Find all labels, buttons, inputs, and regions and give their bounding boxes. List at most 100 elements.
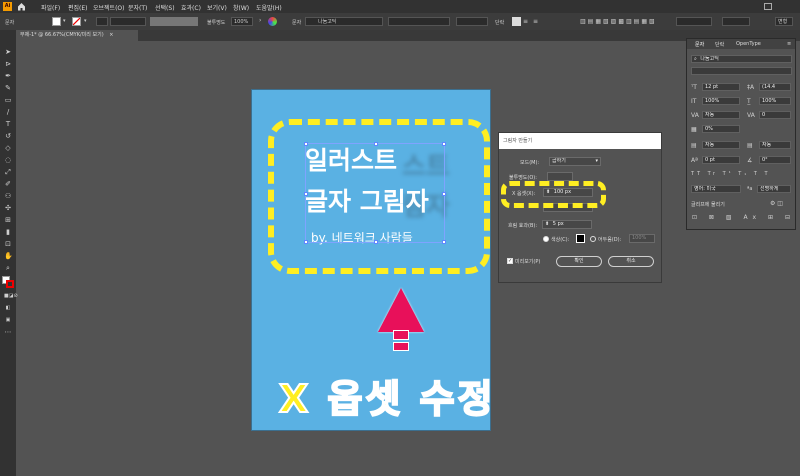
align-center-icon[interactable]: ≡ xyxy=(523,18,528,25)
chevron-down-icon[interactable]: ▾ xyxy=(63,18,66,24)
stroke-swatch[interactable] xyxy=(72,17,81,26)
scale-tool-icon[interactable]: ⤢ xyxy=(4,168,12,176)
symbol-sprayer-tool-icon[interactable]: ✣ xyxy=(4,204,12,212)
menu-type[interactable]: 문자(T) xyxy=(128,3,147,12)
blur-field[interactable]: ⬍ 5 px xyxy=(542,220,592,229)
perspective-grid-tool-icon[interactable]: ⊞ xyxy=(4,216,12,224)
stroke-color-swatch[interactable] xyxy=(6,280,14,288)
tab-character[interactable]: 문자 xyxy=(695,41,704,48)
aki-right-field[interactable]: 자동 xyxy=(759,141,791,149)
kerning-field[interactable]: 자동 xyxy=(702,111,740,119)
horizontal-scale-field[interactable]: 100% xyxy=(759,97,791,105)
color-radio[interactable] xyxy=(543,236,549,242)
tsume-field[interactable]: 0% xyxy=(702,125,740,133)
menu-file[interactable]: 파일(F) xyxy=(41,3,60,12)
ok-button[interactable]: 확인 xyxy=(556,256,602,267)
curvature-tool-icon[interactable]: ✎ xyxy=(4,84,12,92)
paragraph-label[interactable]: 단락 xyxy=(495,19,504,26)
transform-button[interactable]: 변형 xyxy=(775,17,793,26)
font-size-field[interactable] xyxy=(456,17,488,26)
align-right-icon[interactable]: ≡ xyxy=(533,18,538,25)
artboard-tool-icon[interactable]: ⊡ xyxy=(4,240,12,248)
font-family-value: 나눔고딕 xyxy=(700,56,719,62)
app-logo: Ai xyxy=(3,2,12,11)
draw-mode-icon[interactable]: ◧ xyxy=(4,304,12,312)
fill-swatch[interactable] xyxy=(52,17,61,26)
tracking-field[interactable]: 0 xyxy=(759,111,791,119)
stroke-weight-field[interactable] xyxy=(96,17,108,26)
direct-selection-tool-icon[interactable]: ⊳ xyxy=(4,60,12,68)
search-icon: ⌕ xyxy=(694,56,697,62)
document-tab[interactable]: 무제-1* @ 66.67%(CMYK/미리 보기) × xyxy=(16,30,138,41)
distribute-icons[interactable]: ▥▤▦▧▨▩▥▤▦▧ xyxy=(580,18,657,25)
mode-select[interactable]: 곱하기 ▾ xyxy=(549,157,601,166)
snap-glyph-buttons-icon[interactable]: ⊡ ⊠ ▧ Ax ⊞ ⊟ xyxy=(692,214,795,221)
tab-paragraph[interactable]: 단락 xyxy=(715,41,724,48)
font-family-field[interactable]: 나눔고딕 xyxy=(305,17,383,26)
variable-width-select[interactable] xyxy=(150,17,198,26)
chevron-down-icon: ▾ xyxy=(595,158,598,164)
darkness-field[interactable]: 100% xyxy=(629,234,655,243)
rectangle-tool-icon[interactable]: ▭ xyxy=(4,96,12,104)
vertical-scale-field[interactable]: 100% xyxy=(702,97,740,105)
panel-menu-icon[interactable]: ≡ xyxy=(787,41,791,47)
text-style-buttons-icon[interactable]: TT Tr T¹ T₁ T T xyxy=(691,171,771,177)
chevron-right-icon[interactable]: › xyxy=(259,17,261,24)
screen-mode-icon[interactable]: ▣ xyxy=(4,316,12,324)
menu-select[interactable]: 선택(S) xyxy=(155,3,175,12)
recolor-icon[interactable] xyxy=(268,17,277,26)
preview-checkbox[interactable]: ✓ xyxy=(507,258,513,264)
home-icon[interactable] xyxy=(17,2,26,11)
pen-tool-icon[interactable]: ✒ xyxy=(4,72,12,80)
menu-object[interactable]: 오브젝트(O) xyxy=(93,3,125,12)
paintbrush-tool-icon[interactable]: / xyxy=(4,108,12,116)
snap-to-glyph-label: 글리프에 물리기 xyxy=(691,202,725,208)
menu-bar: Ai 파일(F) 편집(E) 오브젝트(O) 문자(T) 선택(S) 효과(C)… xyxy=(0,0,800,13)
tab-opentype[interactable]: OpenType xyxy=(736,41,761,47)
more-tools-icon[interactable]: ⋯ xyxy=(4,328,12,336)
stepper-icon[interactable]: ⬍ xyxy=(545,221,549,227)
font-family-field[interactable]: ⌕ 나눔고딕 xyxy=(691,55,792,63)
leading-field[interactable]: (14.4 xyxy=(759,83,791,91)
chevron-down-icon[interactable]: ▾ xyxy=(84,18,87,24)
workspace-switcher-icon[interactable] xyxy=(764,3,772,10)
hand-tool-icon[interactable]: ✋ xyxy=(4,252,13,260)
menu-edit[interactable]: 편집(E) xyxy=(68,3,88,12)
language-select[interactable]: 영어: 미국 xyxy=(691,185,741,193)
warp-tool-icon[interactable]: ◌ xyxy=(4,156,12,164)
zoom-tool-icon[interactable]: ⌕ xyxy=(4,264,12,272)
snap-options-icon[interactable]: ⚙ ◫ xyxy=(770,200,783,207)
close-icon[interactable]: × xyxy=(109,32,113,38)
eraser-tool-icon[interactable]: ◇ xyxy=(4,144,12,152)
menu-window[interactable]: 창(W) xyxy=(233,3,249,12)
selection-tool-icon[interactable]: ➤ xyxy=(4,48,12,56)
graph-tool-icon[interactable]: ▮ xyxy=(4,228,12,236)
menu-view[interactable]: 보기(V) xyxy=(207,3,227,12)
blur-label: 흐림 효과(B): xyxy=(508,223,538,229)
align-left-icon[interactable] xyxy=(512,17,521,26)
font-size-field[interactable]: 12 pt xyxy=(702,83,740,91)
transform-field[interactable] xyxy=(676,17,712,26)
font-style-field[interactable] xyxy=(691,67,792,75)
stroke-weight-select[interactable] xyxy=(110,17,146,26)
rotate-tool-icon[interactable]: ↺ xyxy=(4,132,12,140)
type-tool-icon[interactable]: T xyxy=(4,120,12,128)
antialias-select[interactable]: 선명하게 xyxy=(757,185,791,193)
blend-tool-icon[interactable]: ⚇ xyxy=(4,192,12,200)
baseline-shift-field[interactable]: 0 pt xyxy=(702,156,740,164)
color-mode-icon[interactable]: ■◪⊘ xyxy=(4,292,18,300)
eyedropper-tool-icon[interactable]: ✐ xyxy=(4,180,12,188)
menu-effect[interactable]: 효과(C) xyxy=(181,3,201,12)
transform-field-2[interactable] xyxy=(722,17,750,26)
darkness-radio[interactable] xyxy=(590,236,596,242)
menu-help[interactable]: 도움말(H) xyxy=(256,3,282,12)
cancel-button[interactable]: 취소 xyxy=(608,256,654,267)
tsume-icon: ▦ xyxy=(691,126,697,133)
aki-left-field[interactable]: 자동 xyxy=(702,141,740,149)
shadow-color-swatch[interactable] xyxy=(576,234,585,243)
font-style-field[interactable] xyxy=(388,17,450,26)
opacity-field[interactable]: 100% xyxy=(231,17,253,26)
char-label[interactable]: 문자 xyxy=(292,19,301,26)
opacity-field[interactable] xyxy=(547,172,573,181)
character-rotation-field[interactable]: 0° xyxy=(759,156,791,164)
